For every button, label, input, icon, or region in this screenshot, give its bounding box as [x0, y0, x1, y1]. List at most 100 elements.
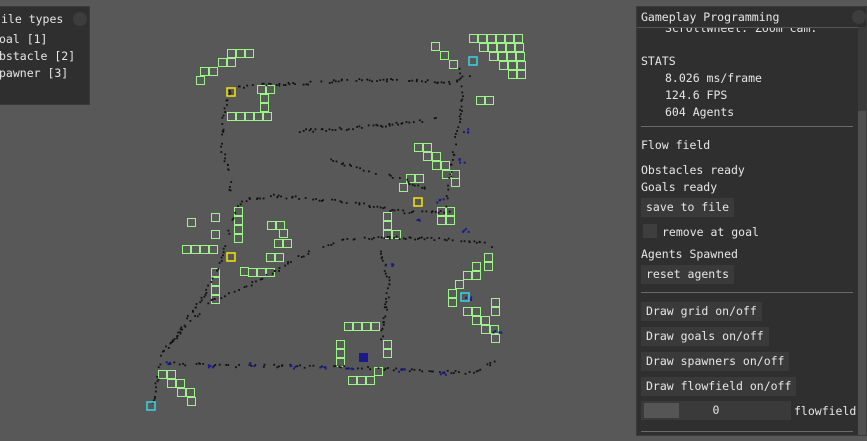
agent — [417, 184, 420, 187]
obstacle-tile — [487, 34, 496, 43]
agent — [367, 366, 369, 368]
agent — [224, 295, 226, 298]
draw-grid-button[interactable]: Draw grid on/off — [641, 302, 762, 321]
draw-flowfield-button[interactable]: Draw flowfield on/off — [641, 377, 797, 396]
agent — [276, 196, 279, 199]
agent — [199, 362, 201, 365]
remove-at-goal-label: remove at goal — [662, 225, 759, 239]
panel-collapse-button[interactable] — [852, 10, 866, 24]
obstacle-tile — [479, 43, 488, 52]
save-to-file-button[interactable]: save to file — [641, 198, 735, 217]
gameplay-panel[interactable]: Gameplay Programming ScrollWheel: Zoom c… — [636, 6, 867, 436]
agent — [358, 125, 361, 128]
obstacle-tile — [484, 262, 493, 271]
tile-item-obstacle[interactable]: bstacle [2] — [0, 49, 75, 63]
agent — [368, 238, 371, 240]
tile-types-header[interactable]: ile types — [1, 10, 87, 28]
tile-item-spawner[interactable]: pawner [3] — [0, 66, 68, 80]
agent — [384, 303, 387, 306]
goals-status: Goals ready — [641, 180, 718, 194]
agent — [437, 211, 440, 214]
agent — [437, 81, 439, 84]
collapse-button[interactable] — [73, 12, 87, 26]
remove-at-goal-checkbox[interactable] — [643, 224, 657, 238]
agent — [403, 212, 406, 215]
agent — [362, 169, 365, 172]
agent — [261, 277, 264, 280]
agent — [395, 121, 398, 124]
agent — [342, 238, 345, 241]
agent — [402, 368, 405, 371]
agent — [369, 368, 371, 371]
agent — [345, 202, 348, 204]
agent — [432, 370, 434, 373]
stat-ms-per-frame: 8.026 ms/frame — [665, 71, 762, 85]
gameplay-panel-header[interactable]: Gameplay Programming — [637, 7, 866, 27]
flowfield-slider[interactable]: 0 — [641, 401, 791, 420]
gameplay-panel-title: Gameplay Programming — [641, 10, 780, 24]
agent — [448, 81, 450, 83]
scrollbar-thumb[interactable] — [858, 111, 866, 435]
obstacle-tile — [497, 43, 506, 52]
agent — [273, 270, 276, 272]
agent — [439, 373, 442, 376]
agent — [239, 203, 242, 206]
agent — [273, 193, 275, 196]
agent — [222, 251, 225, 254]
agent — [381, 327, 384, 330]
agent — [498, 331, 501, 334]
agent — [259, 278, 262, 281]
agent — [384, 272, 387, 275]
reset-agents-button[interactable]: reset agents — [641, 265, 735, 284]
agent — [389, 210, 392, 212]
agent — [391, 208, 394, 211]
agent — [385, 297, 387, 300]
agent — [163, 349, 165, 352]
agent — [170, 341, 173, 344]
draw-spawners-button[interactable]: Draw spawners on/off — [641, 352, 790, 371]
agent — [410, 368, 413, 371]
agent — [220, 297, 223, 300]
agent — [276, 366, 279, 369]
obstacle-tile — [491, 307, 500, 316]
agent — [223, 107, 226, 110]
obstacle-tile — [472, 262, 481, 271]
agent — [465, 296, 468, 299]
obstacle-tile — [517, 70, 526, 79]
agent — [331, 198, 334, 201]
agent — [371, 238, 373, 241]
obstacles-status: Obstacles ready — [641, 163, 745, 177]
agent — [200, 299, 203, 302]
obstacle-tile — [245, 49, 254, 58]
obstacle-tile — [505, 34, 514, 43]
agent — [278, 270, 280, 272]
obstacle-tile — [451, 170, 460, 179]
agent — [307, 253, 310, 255]
agent — [346, 238, 349, 240]
agent — [412, 210, 415, 213]
agent — [328, 128, 331, 131]
agent — [412, 121, 415, 123]
obstacle-tile — [489, 52, 498, 61]
agent — [294, 83, 296, 85]
agent — [384, 367, 387, 370]
agent — [443, 211, 445, 214]
panel-scrollbar[interactable] — [858, 27, 866, 435]
obstacle-tile — [266, 253, 275, 262]
obstacle-tile — [186, 388, 195, 397]
obstacle-tile — [275, 253, 284, 262]
obstacle-tile — [481, 316, 490, 325]
tile-item-goal[interactable]: oal [1] — [0, 32, 47, 46]
tile-types-panel[interactable]: ile types oal [1] bstacle [2] pawner [3] — [0, 6, 90, 105]
obstacle-tile — [263, 112, 272, 121]
agent — [246, 84, 249, 87]
agent — [233, 290, 236, 293]
agent — [404, 238, 407, 240]
draw-goals-button[interactable]: Draw goals on/off — [641, 327, 769, 346]
agent — [354, 201, 357, 204]
agent — [456, 130, 458, 132]
agent — [421, 187, 424, 189]
agent — [475, 241, 478, 244]
agent — [500, 331, 503, 334]
obstacle-tile — [274, 239, 283, 248]
